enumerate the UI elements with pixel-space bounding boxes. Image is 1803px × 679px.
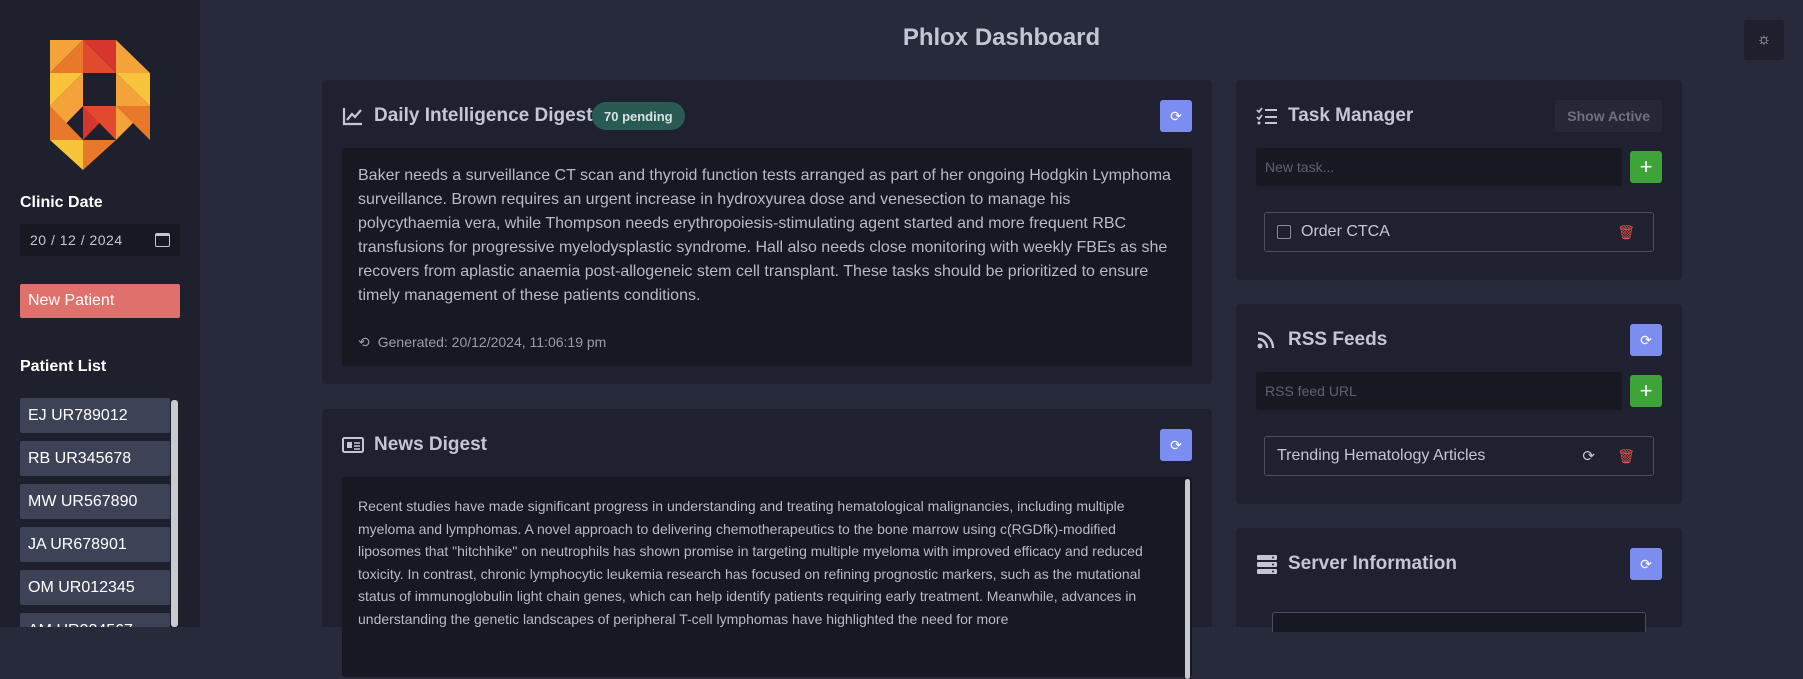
plus-icon: + — [1639, 154, 1653, 179]
clinic-date-value: 20 / 12 / 2024 — [30, 232, 123, 248]
digest-content: Baker needs a surveillance CT scan and t… — [342, 148, 1192, 366]
clinic-date-input[interactable]: 20 / 12 / 2024 — [20, 224, 180, 256]
show-active-button[interactable]: Show Active — [1555, 100, 1662, 132]
trash-icon[interactable]: 🗑 — [1617, 448, 1635, 465]
news-title: News Digest — [374, 434, 487, 455]
rss-url-input[interactable]: RSS feed URL — [1256, 372, 1622, 410]
patient-item[interactable]: JA UR678901 — [20, 527, 170, 562]
task-manager-title: Task Manager — [1288, 105, 1414, 126]
sidebar: Clinic Date 20 / 12 / 2024 New Patient P… — [0, 0, 200, 627]
theme-toggle-button[interactable]: ☼ — [1744, 20, 1784, 60]
rss-card: RSS Feeds ⟳ RSS feed URL + Trending Hema… — [1236, 304, 1682, 504]
page-title: Phlox Dashboard — [902, 24, 1101, 51]
server-icon — [1257, 555, 1277, 574]
clinic-date-label: Clinic Date — [20, 194, 103, 211]
patient-list-label: Patient List — [20, 358, 107, 375]
refresh-icon: ⟳ — [1640, 331, 1652, 348]
rss-refresh-button[interactable]: ⟳ — [1630, 324, 1662, 356]
pending-badge: 70 pending — [592, 102, 685, 130]
server-info-card: Server Information ⟳ — [1236, 528, 1682, 632]
refresh-icon: ⟳ — [1170, 436, 1182, 453]
task-checkbox[interactable] — [1277, 225, 1291, 239]
chart-line-icon — [342, 108, 362, 126]
new-task-input[interactable]: New task... — [1256, 148, 1622, 186]
newspaper-icon — [342, 437, 364, 453]
add-feed-button[interactable]: + — [1630, 375, 1662, 407]
plus-icon: + — [1639, 378, 1653, 403]
news-card: News Digest ⟳ Recent studies have made s… — [322, 409, 1212, 679]
patient-item[interactable]: RB UR345678 — [20, 441, 170, 476]
task-manager-card: Task Manager Show Active New task... + O… — [1236, 80, 1682, 280]
server-info-panel — [1272, 612, 1646, 632]
patient-item[interactable]: OM UR012345 — [20, 570, 170, 605]
patient-list-scrollbar[interactable] — [171, 400, 178, 627]
app-logo — [50, 40, 150, 170]
refresh-icon: ⟳ — [1170, 107, 1182, 124]
feed-label: Trending Hematology Articles — [1277, 447, 1486, 464]
news-scrollbar[interactable] — [1185, 479, 1190, 679]
trash-icon[interactable]: 🗑 — [1617, 224, 1635, 241]
news-body: Recent studies have made significant pro… — [358, 498, 1143, 627]
refresh-icon[interactable]: ⟳ — [1582, 447, 1595, 465]
server-info-title: Server Information — [1288, 553, 1457, 574]
sun-icon: ☼ — [1756, 31, 1772, 48]
digest-refresh-button[interactable]: ⟳ — [1160, 100, 1192, 132]
history-icon: ⟲ — [358, 334, 370, 350]
patient-item[interactable]: MW UR567890 — [20, 484, 170, 519]
digest-body: Baker needs a surveillance CT scan and t… — [358, 167, 1171, 304]
patient-list: EJ UR789012 RB UR345678 MW UR567890 JA U… — [20, 398, 170, 627]
new-patient-button[interactable]: New Patient — [20, 284, 180, 318]
calendar-icon[interactable] — [155, 233, 170, 247]
generated-timestamp: Generated: 20/12/2024, 11:06:19 pm — [377, 334, 607, 350]
feed-item[interactable]: Trending Hematology Articles ⟳ 🗑 — [1264, 436, 1654, 476]
refresh-icon: ⟳ — [1640, 555, 1652, 572]
digest-title: Daily Intelligence Digest — [374, 105, 593, 126]
patient-item[interactable]: EJ UR789012 — [20, 398, 170, 433]
generated-line: ⟲ Generated: 20/12/2024, 11:06:19 pm — [358, 330, 606, 354]
patient-item[interactable]: AM UR234567 — [20, 613, 170, 627]
digest-card: Daily Intelligence Digest 70 pending ⟳ B… — [322, 80, 1212, 384]
add-task-button[interactable]: + — [1630, 151, 1662, 183]
news-content: Recent studies have made significant pro… — [342, 477, 1192, 677]
task-item: Order CTCA 🗑 — [1264, 212, 1654, 252]
tasks-icon — [1256, 107, 1277, 125]
news-refresh-button[interactable]: ⟳ — [1160, 429, 1192, 461]
rss-icon — [1257, 331, 1275, 349]
server-refresh-button[interactable]: ⟳ — [1630, 548, 1662, 580]
rss-title: RSS Feeds — [1288, 329, 1388, 350]
task-label: Order CTCA — [1301, 223, 1390, 240]
